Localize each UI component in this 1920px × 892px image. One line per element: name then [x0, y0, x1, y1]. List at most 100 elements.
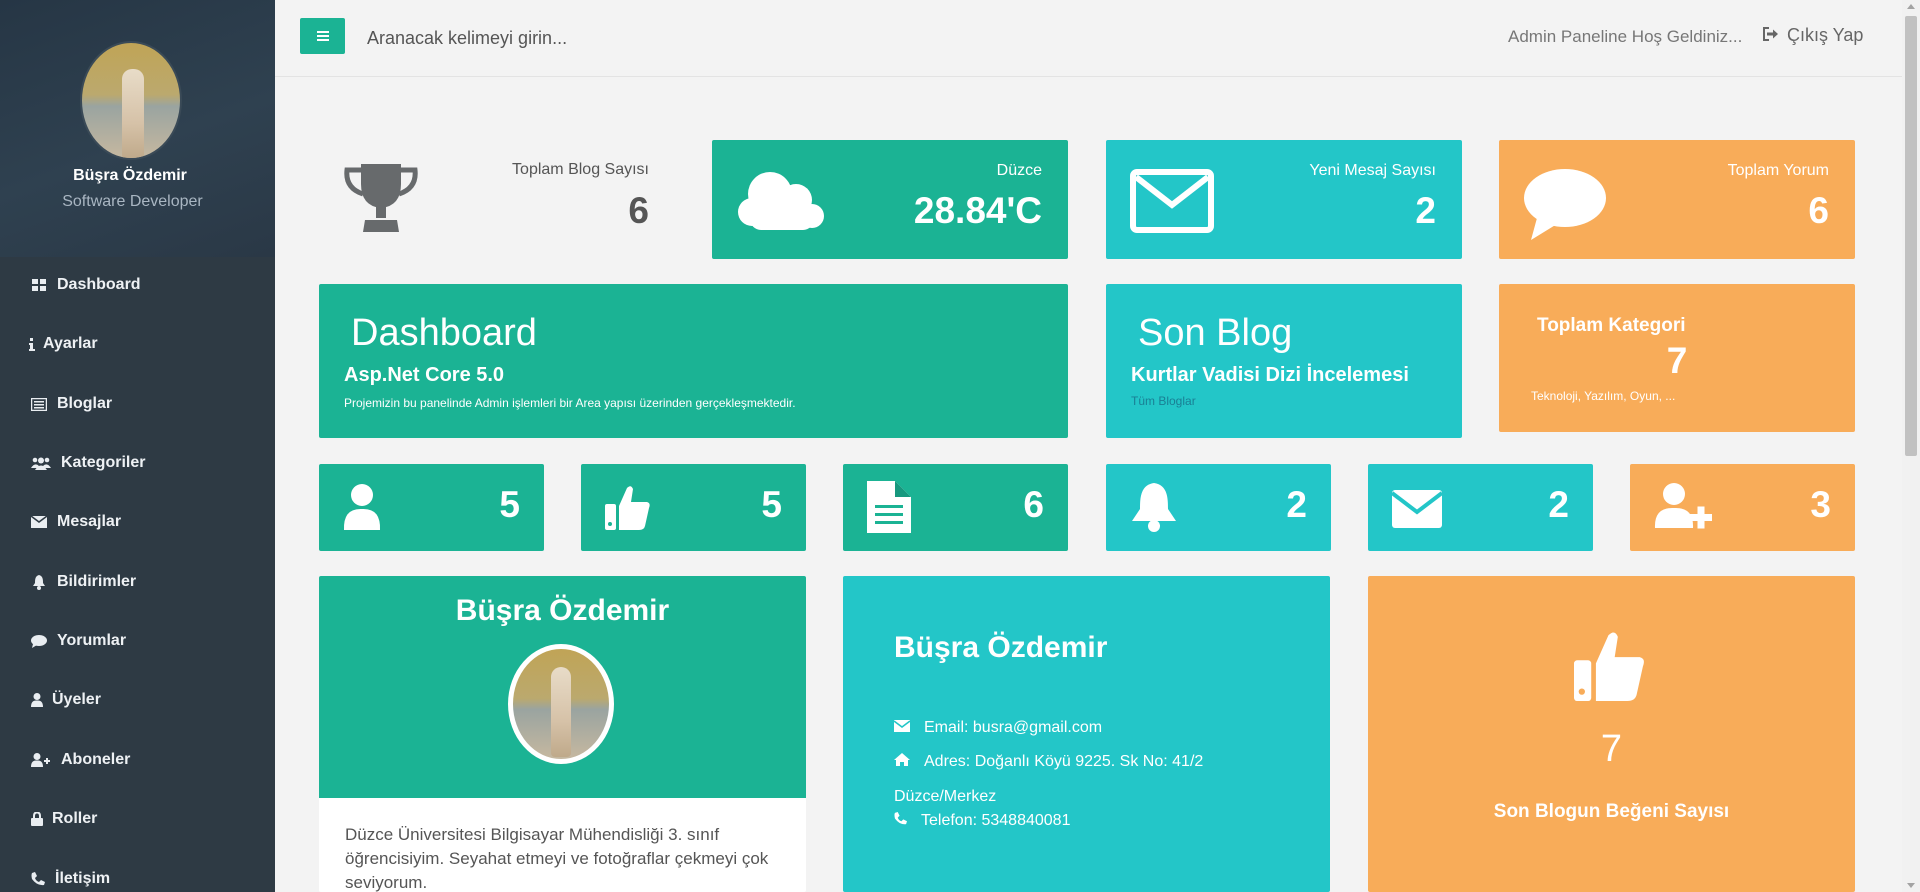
new-message-label: Yeni Mesaj Sayısı — [1309, 162, 1436, 179]
file-icon — [867, 481, 911, 538]
profile-card-header: Büşra Özdemir — [319, 576, 806, 798]
sidebar-item-label: Roller — [52, 810, 98, 827]
page-scrollbar[interactable] — [1902, 0, 1920, 892]
mini-stat-messages: 2 — [1368, 464, 1593, 551]
profile-name: Büşra Özdemir — [73, 167, 187, 184]
sidebar-item-dashboard[interactable]: Dashboard — [0, 265, 275, 305]
contact-address-text: Adres: Doğanlı Köyü 9225. Sk No: 41/2 — [924, 753, 1204, 770]
topbar: Admin Paneline Hoş Geldiniz... Çıkış Yap — [275, 0, 1920, 77]
bell-icon — [31, 574, 47, 590]
sidebar-item-label: Bloglar — [57, 395, 113, 412]
profile-card-name: Büşra Özdemir — [455, 594, 670, 627]
profile-card: Büşra Özdemir Düzce Üniversitesi Bilgisa… — [319, 576, 806, 892]
mini-stat-notifications: 2 — [1106, 464, 1331, 551]
sidebar-item-iletisim[interactable]: İletişim — [0, 859, 275, 892]
users-icon — [31, 455, 51, 471]
sidebar-item-label: Kategoriler — [61, 454, 146, 471]
likes-value: 7 — [1600, 728, 1623, 770]
messages-card: Yeni Mesaj Sayısı 2 — [1106, 140, 1462, 259]
weather-card: Düzce 28.84'C — [712, 140, 1068, 259]
weather-temperature: 28.84'C — [913, 190, 1042, 231]
sidebar-profile: Büşra Özdemir Software Developer — [0, 0, 275, 257]
comment-icon — [1523, 168, 1607, 245]
comments-card: Toplam Yorum 6 — [1499, 140, 1855, 259]
sidebar-item-yorumlar[interactable]: Yorumlar — [0, 621, 275, 661]
scroll-up-arrow-icon[interactable] — [1907, 4, 1915, 9]
total-comment-value: 6 — [1808, 190, 1829, 231]
total-comment-label: Toplam Yorum — [1727, 162, 1829, 179]
dashboard-description: Projemizin bu panelinde Admin işlemleri … — [344, 396, 796, 410]
sidebar-item-label: Mesajlar — [57, 513, 122, 530]
likes-label: Son Blogun Beğeni Sayısı — [1493, 801, 1730, 822]
sidebar-item-label: Aboneler — [61, 751, 131, 768]
sidebar-item-aboneler[interactable]: Aboneler — [0, 740, 275, 780]
dashboard-subtitle: Asp.Net Core 5.0 — [344, 364, 505, 386]
scroll-down-arrow-icon[interactable] — [1907, 883, 1915, 888]
avatar[interactable] — [80, 41, 182, 160]
sidebar-item-roller[interactable]: Roller — [0, 799, 275, 839]
new-message-value: 2 — [1415, 190, 1436, 231]
sidebar-item-mesajlar[interactable]: Mesajlar — [0, 502, 275, 542]
mini-stat-value: 5 — [761, 484, 782, 525]
contact-phone: Telefon: 5348840081 — [894, 812, 1070, 830]
list-icon — [31, 396, 47, 412]
category-list: Teknoloji, Yazılım, Oyun, ... — [1531, 389, 1676, 403]
weather-city: Düzce — [996, 162, 1042, 179]
envelope-icon — [893, 719, 911, 737]
mini-stat-value: 5 — [499, 484, 520, 525]
scrollbar-thumb[interactable] — [1905, 16, 1917, 456]
mini-stat-value: 3 — [1810, 484, 1831, 525]
logout-button[interactable]: Çıkış Yap — [1763, 25, 1863, 46]
phone-icon — [894, 812, 907, 830]
welcome-text: Admin Paneline Hoş Geldiniz... — [1508, 27, 1743, 46]
phone-icon — [31, 871, 45, 887]
sidebar-item-label: Üyeler — [52, 691, 101, 708]
sidebar-item-label: Dashboard — [57, 276, 141, 293]
bell-icon — [1130, 481, 1178, 538]
user-icon — [31, 692, 43, 708]
contact-address: Adres: Doğanlı Köyü 9225. Sk No: 41/2 — [894, 753, 1203, 771]
category-count: 7 — [1666, 340, 1688, 381]
menu-toggle-button[interactable] — [300, 18, 345, 54]
dashboard-info-card: Dashboard Asp.Net Core 5.0 Projemizin bu… — [319, 284, 1068, 438]
user-plus-icon — [1654, 482, 1712, 537]
mini-stat-value: 2 — [1548, 484, 1569, 525]
last-blog-name: Kurtlar Vadisi Dizi İncelemesi — [1131, 364, 1409, 386]
profile-card-avatar — [508, 644, 614, 764]
mini-stat-value: 6 — [1023, 484, 1044, 525]
mini-stat-blogs: 6 — [843, 464, 1068, 551]
envelope-icon — [1390, 490, 1444, 533]
blog-count-card: Toplam Blog Sayısı 6 — [319, 140, 673, 259]
hamburger-icon — [316, 31, 329, 41]
home-icon — [894, 753, 910, 771]
all-blogs-link[interactable]: Tüm Bloglar — [1131, 394, 1196, 408]
trophy-icon — [343, 162, 419, 239]
last-blog-title: Son Blog — [1138, 312, 1293, 354]
info-icon — [29, 336, 35, 352]
sign-out-icon — [1763, 25, 1779, 46]
last-blog-card: Son Blog Kurtlar Vadisi Dizi İncelemesi … — [1106, 284, 1462, 438]
sidebar-item-label: Bildirimler — [57, 573, 137, 590]
sidebar-item-label: Yorumlar — [57, 632, 127, 649]
sidebar: Büşra Özdemir Software Developer Dashboa… — [0, 0, 275, 892]
sidebar-item-label: İletişim — [55, 870, 111, 887]
sidebar-item-kategoriler[interactable]: Kategoriler — [0, 443, 275, 483]
category-title: Toplam Kategori — [1537, 315, 1686, 336]
sidebar-item-uyeler[interactable]: Üyeler — [0, 680, 275, 720]
grid-icon — [31, 277, 47, 293]
contact-name: Büşra Özdemir — [894, 631, 1108, 664]
search-input[interactable] — [367, 22, 787, 54]
profile-bio: Düzce Üniversitesi Bilgisayar Mühendisli… — [345, 825, 769, 892]
user-plus-icon — [31, 752, 51, 768]
last-blog-likes-card: 7 Son Blogun Beğeni Sayısı — [1368, 576, 1855, 892]
logout-label: Çıkış Yap — [1787, 25, 1864, 45]
categories-card: Toplam Kategori 7 Teknoloji, Yazılım, Oy… — [1499, 284, 1855, 432]
lock-icon — [31, 811, 43, 827]
thumbs-up-icon — [605, 484, 651, 535]
sidebar-item-bildirimler[interactable]: Bildirimler — [0, 562, 275, 602]
contact-email-text: Email: busra@gmail.com — [924, 719, 1103, 736]
mini-stat-value: 2 — [1286, 484, 1307, 525]
sidebar-item-ayarlar[interactable]: Ayarlar — [0, 324, 275, 364]
blog-count-value: 6 — [628, 190, 649, 231]
sidebar-item-bloglar[interactable]: Bloglar — [0, 384, 275, 424]
